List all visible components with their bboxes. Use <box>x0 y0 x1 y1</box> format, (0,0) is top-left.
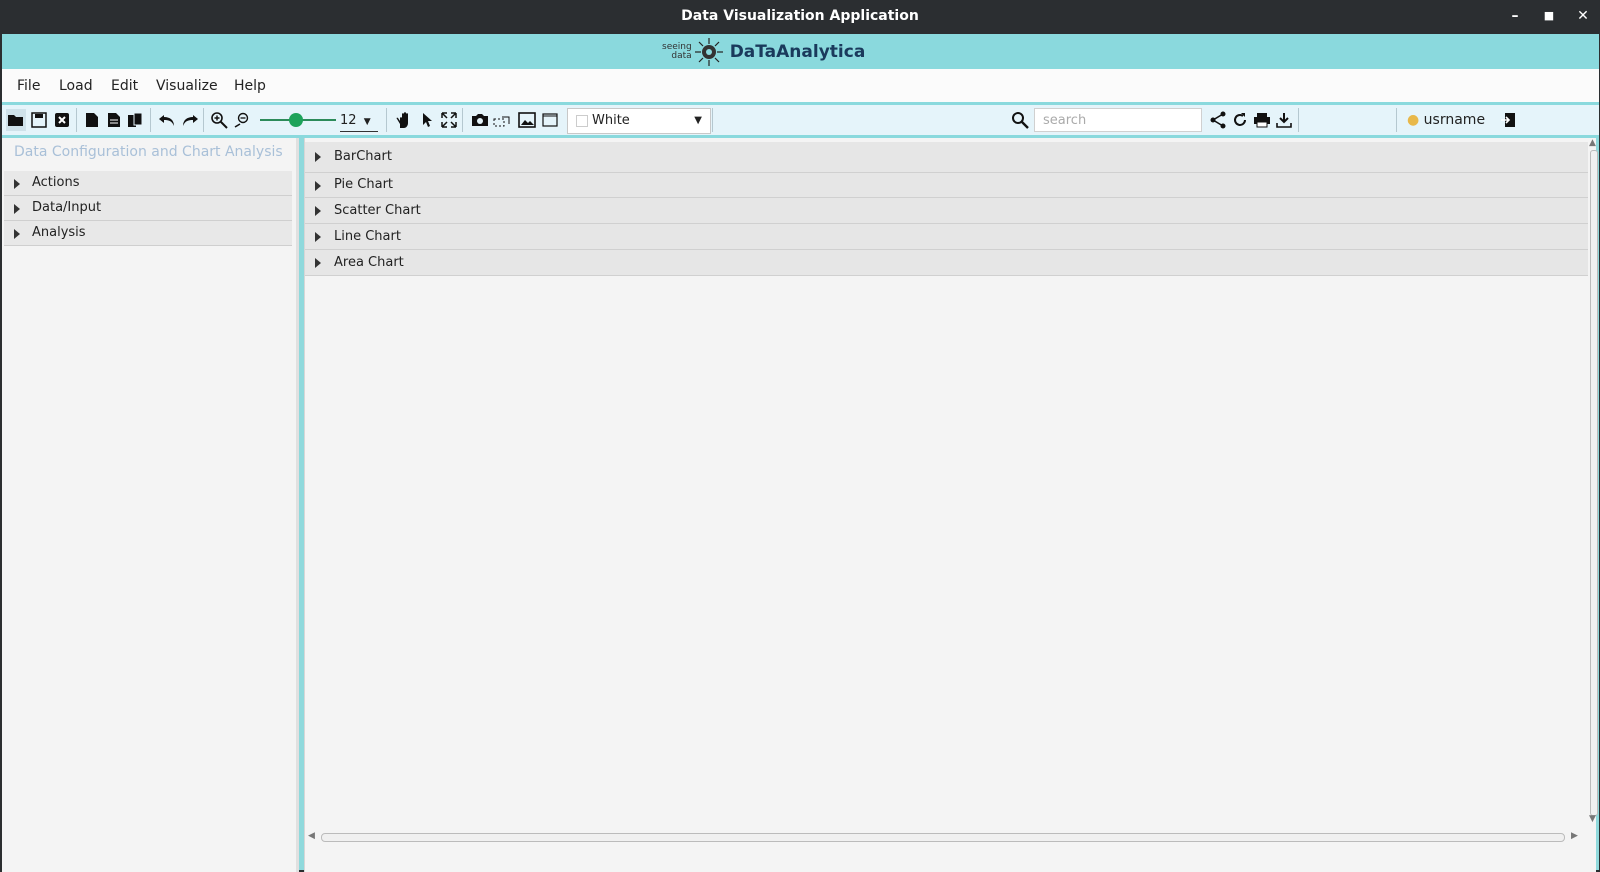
menu-bar: File Load Edit Visualize Help <box>2 69 1599 105</box>
background-color-select[interactable]: White ▼ <box>567 108 711 134</box>
share-icon[interactable] <box>1208 109 1228 131</box>
download-icon[interactable] <box>1274 109 1294 131</box>
menu-load[interactable]: Load <box>59 69 93 102</box>
refresh-icon[interactable] <box>1230 109 1250 131</box>
user-avatar-icon: ● <box>1407 112 1420 128</box>
accordion-data-input[interactable]: Data/Input <box>4 196 292 221</box>
font-size-select[interactable]: 12 ▼ <box>340 109 378 132</box>
toolbar-separator <box>1298 108 1299 132</box>
expand-arrow-icon <box>315 258 321 268</box>
minimize-button[interactable]: – <box>1504 6 1526 26</box>
hand-pan-icon[interactable] <box>394 109 414 131</box>
copy-icon[interactable] <box>126 109 146 131</box>
expand-arrow-icon <box>315 181 321 191</box>
accordion-bar-chart[interactable]: BarChart <box>305 142 1588 173</box>
expand-arrow-icon <box>14 179 20 189</box>
zoom-slider-handle[interactable] <box>289 113 303 127</box>
vertical-scroll-thumb[interactable] <box>1590 150 1598 816</box>
toolbar: 12 ▼ White ▼ search ● usrname <box>2 105 1599 138</box>
window-title: Data Visualization Application <box>681 8 919 24</box>
window-titlebar: Data Visualization Application – ■ ✕ <box>0 0 1600 34</box>
expand-arrow-icon <box>14 229 20 239</box>
toolbar-separator <box>76 108 77 132</box>
app-window: seeing data DaTaAnalytica File Load Edit… <box>2 34 1599 872</box>
chart-panel-area: BarChart Pie Chart Scatter Chart Line Ch… <box>304 138 1598 872</box>
search-icon[interactable] <box>1010 109 1030 131</box>
pointer-icon[interactable] <box>417 109 437 131</box>
accordion-line-chart[interactable]: Line Chart <box>305 224 1588 250</box>
toolbar-separator <box>203 108 204 132</box>
scroll-up-icon[interactable]: ▲ <box>1589 138 1596 148</box>
accordion-pie-chart[interactable]: Pie Chart <box>305 173 1588 198</box>
user-info: ● usrname <box>1407 109 1485 131</box>
toolbar-separator <box>150 108 151 132</box>
search-input[interactable]: search <box>1034 108 1202 132</box>
chevron-down-icon: ▼ <box>694 115 702 126</box>
left-panel: Data Configuration and Chart Analysis Ac… <box>2 138 299 872</box>
redo-icon[interactable] <box>180 109 200 131</box>
menu-file[interactable]: File <box>17 69 40 102</box>
horizontal-scrollbar[interactable]: ◀ ▶ <box>305 830 1588 844</box>
fit-screen-icon[interactable] <box>439 109 459 131</box>
toolbar-separator <box>1396 108 1397 132</box>
chevron-down-icon: ▼ <box>363 117 371 127</box>
image-icon[interactable] <box>517 109 537 131</box>
zoom-out-icon[interactable] <box>232 109 252 131</box>
expand-arrow-icon <box>14 204 20 214</box>
color-swatch <box>576 115 588 127</box>
scroll-right-icon[interactable]: ▶ <box>1571 831 1578 841</box>
username-label: usrname <box>1423 112 1486 128</box>
menu-visualize[interactable]: Visualize <box>156 69 218 102</box>
app-banner: seeing data DaTaAnalytica <box>2 34 1599 69</box>
scroll-down-icon[interactable]: ▼ <box>1589 814 1596 824</box>
toolbar-separator <box>712 108 713 132</box>
app-logo: seeing data DaTaAnalytica <box>662 38 865 66</box>
accordion-analysis[interactable]: Analysis <box>4 221 292 246</box>
eye-logo-icon <box>694 38 723 66</box>
scroll-left-icon[interactable]: ◀ <box>308 831 315 841</box>
logout-icon[interactable] <box>1498 109 1518 131</box>
document-icon[interactable] <box>104 109 124 131</box>
left-panel-title: Data Configuration and Chart Analysis <box>14 144 283 160</box>
camera-icon[interactable] <box>470 109 490 131</box>
close-file-icon[interactable] <box>52 109 72 131</box>
app-name: DaTaAnalytica <box>729 42 866 62</box>
toolbar-separator <box>462 108 463 132</box>
undo-icon[interactable] <box>157 109 177 131</box>
frame-icon[interactable] <box>540 109 560 131</box>
expand-arrow-icon <box>315 152 321 162</box>
maximize-button[interactable]: ■ <box>1538 6 1560 26</box>
logo-subtitle: seeing data <box>662 42 692 61</box>
region-capture-icon[interactable] <box>492 109 512 131</box>
save-icon[interactable] <box>29 109 49 131</box>
new-document-icon[interactable] <box>82 109 102 131</box>
vertical-scrollbar[interactable]: ▲ ▼ <box>1589 138 1598 828</box>
print-icon[interactable] <box>1252 109 1272 131</box>
menu-help[interactable]: Help <box>234 69 266 102</box>
accordion-area-chart[interactable]: Area Chart <box>305 250 1588 276</box>
zoom-in-icon[interactable] <box>209 109 229 131</box>
horizontal-scroll-thumb[interactable] <box>321 833 1565 842</box>
close-button[interactable]: ✕ <box>1572 6 1594 26</box>
accordion-scatter-chart[interactable]: Scatter Chart <box>305 198 1588 224</box>
menu-edit[interactable]: Edit <box>111 69 138 102</box>
expand-arrow-icon <box>315 206 321 216</box>
open-folder-icon[interactable] <box>6 109 26 131</box>
toolbar-separator <box>386 108 387 132</box>
expand-arrow-icon <box>315 232 321 242</box>
accordion-actions[interactable]: Actions <box>4 171 292 196</box>
